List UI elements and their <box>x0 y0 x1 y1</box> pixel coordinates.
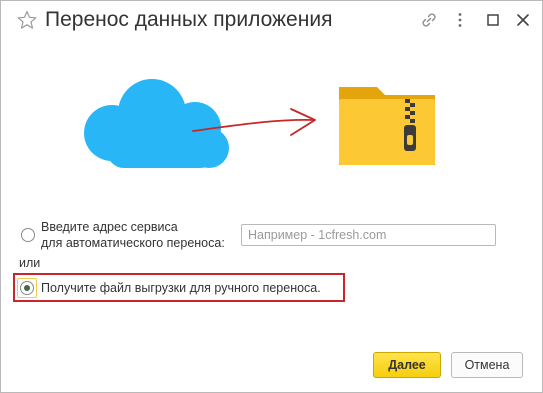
link-icon[interactable] <box>420 11 438 29</box>
title-bar: Перенос данных приложения <box>1 1 542 41</box>
or-label: или <box>19 256 41 270</box>
auto-transfer-radio[interactable] <box>21 228 35 242</box>
auto-transfer-label-line1: Введите адрес сервиса <box>41 220 178 234</box>
more-icon[interactable] <box>451 11 469 29</box>
cloud-icon <box>84 79 229 168</box>
transfer-illustration <box>84 79 435 168</box>
radio-selected-dot <box>24 285 30 291</box>
star-icon[interactable] <box>17 10 37 30</box>
next-button[interactable]: Далее <box>373 352 441 378</box>
auto-transfer-label-line2: для автоматического переноса: <box>41 236 225 250</box>
manual-transfer-label[interactable]: Получите файл выгрузки для ручного перен… <box>41 280 321 296</box>
transfer-dialog: Перенос данных приложения Введите адрес … <box>0 0 543 393</box>
service-address-input[interactable] <box>241 224 496 246</box>
zip-folder-icon <box>339 87 435 165</box>
cancel-button[interactable]: Отмена <box>451 352 523 378</box>
manual-transfer-radio[interactable] <box>20 281 34 295</box>
close-icon[interactable] <box>514 11 532 29</box>
dialog-title: Перенос данных приложения <box>45 8 333 31</box>
maximize-icon[interactable] <box>484 11 502 29</box>
